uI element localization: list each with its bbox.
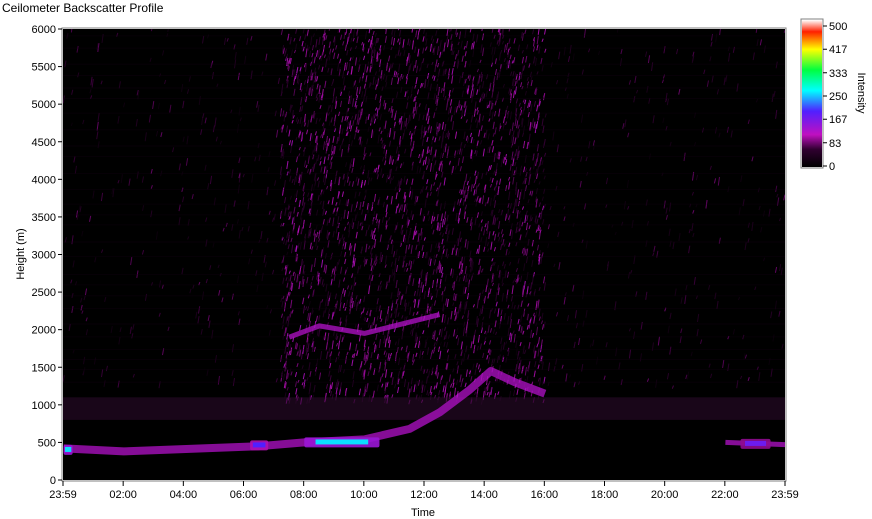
y-axis: 0 500 1000 1500 2000 2500 3000 3500 4000 4500 5000… — [32, 24, 62, 487]
y-tick-label: 5500 — [32, 62, 56, 74]
x-axis: 23:59 02:00 04:00 06:00 08:00 10:00 12:00 14:00… — [49, 481, 799, 501]
backscatter-chart: 0500100015002000250030003500400045005000… — [15, 18, 867, 519]
intensity-core — [252, 442, 266, 448]
colorbar-tick-label: 417 — [829, 44, 847, 56]
x-tick-label: 04:00 — [170, 489, 198, 501]
x-tick-label: 22:00 — [711, 489, 739, 501]
y-tick-label: 1500 — [32, 362, 56, 374]
x-tick-label: 23:59 — [771, 489, 799, 501]
y-axis-title: Height (m) — [15, 228, 27, 279]
colorbar-tick-label: 83 — [829, 138, 841, 150]
x-tick-label: 14:00 — [470, 489, 498, 501]
y-tick-label: 2000 — [32, 325, 56, 337]
y-tick-label: 0 — [50, 475, 56, 487]
colorbar-title: Intensity — [855, 73, 867, 114]
y-tick-label: 3000 — [32, 250, 56, 262]
colorbar-tick-label: 333 — [829, 68, 847, 80]
colorbar-tick-label: 0 — [829, 161, 835, 173]
y-tick-label: 1000 — [32, 400, 56, 412]
y-tick-label: 6000 — [32, 24, 56, 36]
y-tick-label: 4500 — [32, 137, 56, 149]
x-axis-title: Time — [411, 507, 435, 519]
y-tick-label: 5000 — [32, 99, 56, 111]
y-tick-label: 4000 — [32, 174, 56, 186]
y-tick-label: 500 — [38, 437, 56, 449]
y-tick-label: 2500 — [32, 287, 56, 299]
intensity-core — [744, 440, 767, 446]
x-tick-label: 10:00 — [350, 489, 378, 501]
x-tick-label: 12:00 — [410, 489, 438, 501]
colorbar-tick-label: 167 — [829, 114, 847, 126]
x-tick-label: 23:59 — [49, 489, 77, 501]
x-tick-label: 08:00 — [290, 489, 318, 501]
x-tick-label: 18:00 — [591, 489, 619, 501]
y-tick-label: 3500 — [32, 212, 56, 224]
x-tick-label: 02:00 — [109, 489, 137, 501]
intensity-core — [64, 446, 72, 452]
colorbar-axis: 0 83 167 250 333 417 500 — [823, 21, 847, 173]
colorbar[interactable] — [802, 20, 822, 167]
x-tick-label: 06:00 — [230, 489, 258, 501]
colorbar-tick-label: 250 — [829, 91, 847, 103]
x-tick-label: 20:00 — [651, 489, 679, 501]
intensity-core — [315, 439, 369, 445]
colorbar-tick-label: 500 — [829, 21, 847, 33]
x-tick-label: 16:00 — [531, 489, 559, 501]
